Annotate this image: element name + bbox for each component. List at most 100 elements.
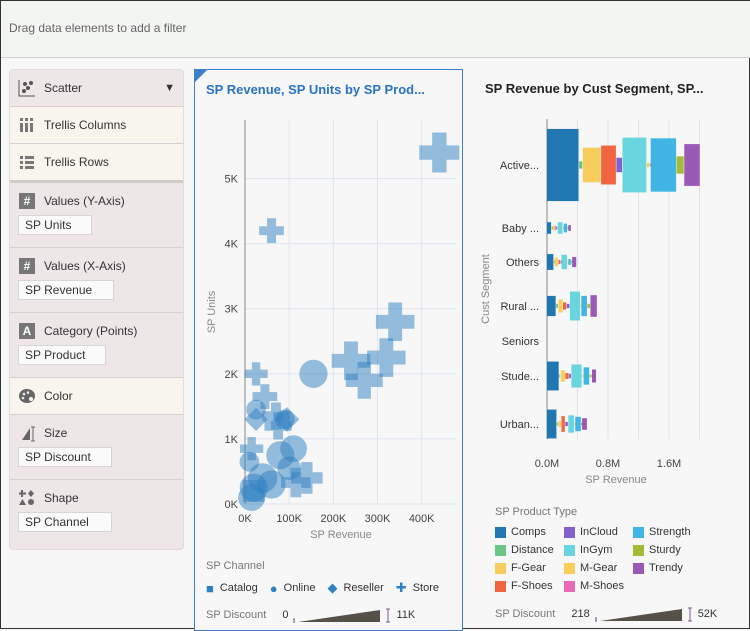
size-ramp-icon	[594, 607, 692, 622]
store-shape-icon: ✚	[395, 580, 407, 595]
bar-segment-comps	[547, 128, 579, 202]
rows-icon	[18, 153, 36, 171]
y-axis-drop[interactable]: # Values (Y-Axis) SP Units	[10, 183, 183, 248]
legend-swatch	[495, 526, 506, 538]
legend-item-comps[interactable]: Comps	[495, 526, 546, 538]
x-axis-drop[interactable]: # Values (X-Axis) SP Revenue	[10, 248, 183, 313]
channel-legend: ■ Catalog ● Online ◆ Reseller ✚ Store	[206, 580, 451, 596]
legend-label: Reseller	[343, 582, 384, 594]
x-tick-label: 1.6M	[657, 458, 681, 470]
y-axis-pill[interactable]: SP Units	[18, 215, 92, 235]
size-drop[interactable]: Size SP Discount	[10, 415, 183, 480]
legend-label: InCloud	[580, 526, 618, 538]
legend-item-online[interactable]: ● Online	[270, 581, 316, 596]
filter-drop-zone[interactable]: Drag data elements to add a filter	[1, 1, 750, 58]
legend-label: Comps	[511, 526, 546, 538]
bar-segment-distance	[579, 161, 583, 169]
product-legend-title: SP Product Type	[495, 506, 578, 518]
bar-segment-incloud	[569, 373, 571, 379]
y-tick-label: 1K	[225, 434, 239, 446]
x-axis-pill[interactable]: SP Revenue	[18, 280, 114, 300]
legend-item-incloud[interactable]: InCloud	[564, 526, 618, 538]
legend-item-m-shoes[interactable]: M-Shoes	[564, 580, 624, 592]
bar-segment-distance	[556, 422, 558, 426]
category-pill[interactable]: SP Product	[18, 345, 106, 365]
bar-segment-ingym	[622, 137, 647, 193]
y-tick-label: 3K	[225, 304, 239, 316]
chart-type-selector[interactable]: Scatter ▼	[10, 70, 183, 107]
legend-swatch	[564, 526, 575, 538]
legend-label: InGym	[580, 544, 613, 556]
y-tick-label: 5K	[225, 174, 239, 186]
bar-segment-ingym	[568, 415, 574, 433]
bar-segment-trendy	[568, 225, 571, 231]
scatter-plot: 0K 100K 200K 300K 400K 0K 1K 2K 3K 4K 5K SP Revenue…	[206, 120, 460, 541]
scatter-point-store	[259, 218, 284, 243]
shape-pill[interactable]: SP Channel	[18, 512, 112, 532]
color-label: Color	[44, 389, 73, 403]
bar-segment-trendy	[572, 256, 577, 268]
number-icon: #	[19, 193, 35, 209]
x-axis-title: SP Revenue	[585, 474, 647, 486]
legend-item-distance[interactable]: Distance	[495, 544, 554, 556]
bar-segment-strength	[563, 223, 568, 233]
size-legend-max: 52K	[697, 608, 718, 620]
text-attribute-icon: A	[19, 323, 35, 339]
x-tick-label: 0K	[238, 513, 252, 525]
color-drop[interactable]: Color	[10, 378, 183, 415]
legend-item-store[interactable]: ✚ Store	[396, 580, 439, 596]
category-label: Category (Points)	[44, 324, 138, 338]
legend-label: M-Shoes	[580, 580, 625, 592]
shape-drop[interactable]: Shape SP Channel	[10, 480, 183, 532]
y-tick-label: Stude...	[501, 371, 539, 383]
scatter-chart-panel[interactable]: SP Revenue, SP Units by SP Prod... 0K 100…	[194, 69, 463, 631]
bar-segment-f-gear	[554, 257, 558, 267]
bar-segment-trendy	[582, 418, 587, 430]
legend-label: M-Gear	[580, 562, 618, 574]
bar-segment-f-gear	[558, 421, 561, 427]
legend-swatch	[564, 562, 575, 574]
scatter-point-store	[419, 132, 460, 173]
trellis-rows-drop[interactable]: Trellis Rows	[10, 144, 183, 183]
legend-item-strength[interactable]: Strength	[633, 526, 691, 538]
bar-segment-comps	[547, 295, 556, 317]
chart-type-label: Scatter	[44, 81, 83, 95]
size-pill[interactable]: SP Discount	[18, 447, 112, 467]
legend-swatch	[495, 580, 506, 592]
size-legend-label: SP Discount	[495, 608, 556, 620]
catalog-shape-icon: ■	[206, 580, 214, 596]
size-legend-max: 11K	[396, 609, 416, 621]
x-tick-label: 0.8M	[596, 458, 620, 470]
bar-segment-ingym	[571, 364, 582, 388]
bar-chart-panel[interactable]: SP Revenue by Cust Segment, SP... 0.0M 0.…	[471, 69, 750, 631]
y-axis-title: SP Units	[206, 290, 218, 333]
dropdown-arrow-icon[interactable]: ▼	[164, 82, 175, 94]
size-legend-label: SP Discount	[206, 609, 267, 621]
scatter-size-legend: SP Discount 0 11K	[206, 607, 415, 623]
legend-item-reseller[interactable]: ◆ Reseller	[327, 580, 383, 596]
filter-placeholder: Drag data elements to add a filter	[9, 21, 187, 35]
legend-item-trendy[interactable]: Trendy	[633, 562, 683, 574]
scatter-point-catalog	[242, 480, 265, 502]
legend-item-catalog[interactable]: ■ Catalog	[206, 581, 258, 596]
legend-item-m-gear[interactable]: M-Gear	[564, 562, 617, 574]
reseller-shape-icon: ◆	[327, 580, 338, 595]
bar-segment-incloud	[556, 226, 558, 230]
bar-segment-f-shoes	[558, 259, 561, 265]
legend-item-f-shoes[interactable]: F-Shoes	[495, 580, 553, 592]
x-tick-label: 400K	[409, 513, 435, 525]
legend-item-sturdy[interactable]: Sturdy	[633, 544, 681, 556]
trellis-columns-drop[interactable]: Trellis Columns	[10, 107, 183, 144]
channel-legend-title: SP Channel	[206, 560, 265, 572]
y-tick-label: 0K	[225, 499, 239, 511]
category-drop[interactable]: A Category (Points) SP Product	[10, 313, 183, 378]
online-shape-icon: ●	[269, 580, 278, 596]
size-legend-min: 218	[571, 608, 590, 620]
number-icon: #	[19, 258, 35, 274]
legend-item-f-gear[interactable]: F-Gear	[495, 562, 546, 574]
legend-label: Catalog	[219, 582, 258, 594]
palette-icon	[18, 387, 36, 405]
bar-segment-comps	[547, 409, 557, 439]
size-icon	[18, 424, 36, 442]
legend-item-ingym[interactable]: InGym	[564, 544, 612, 556]
